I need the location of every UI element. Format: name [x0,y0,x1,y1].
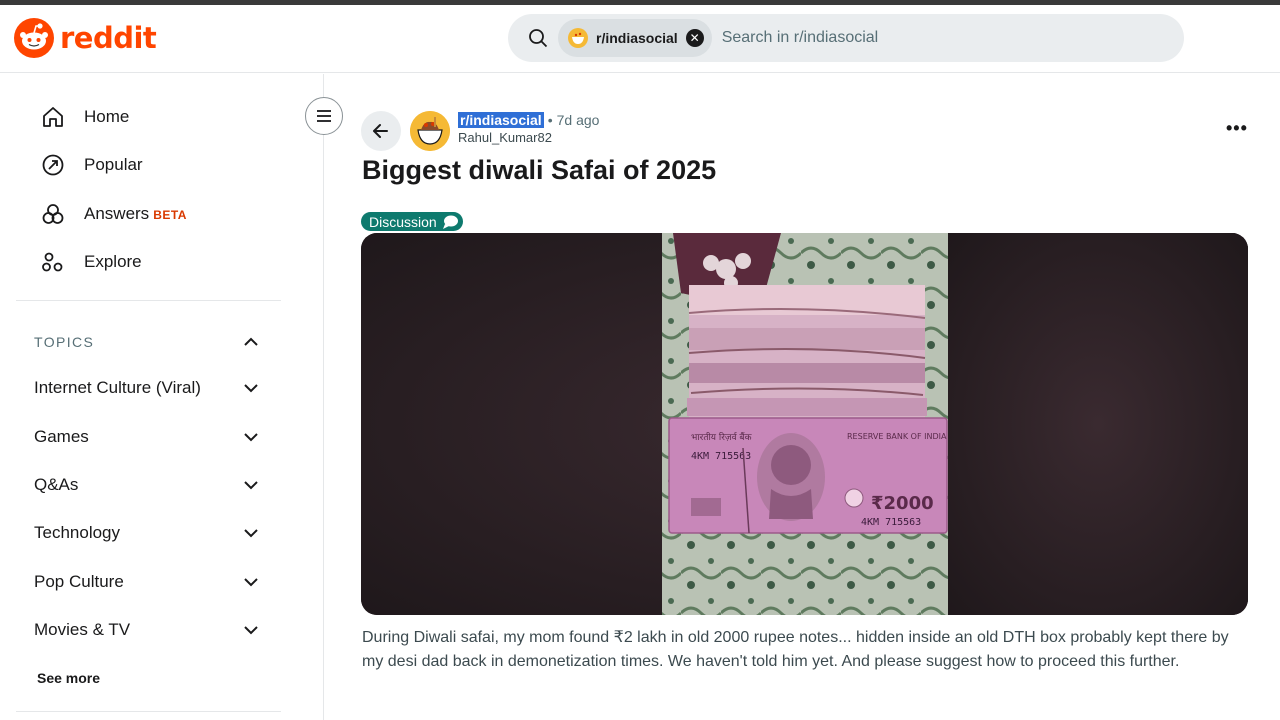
search-icon [529,29,548,48]
reddit-logo[interactable]: reddit [14,18,157,58]
post-image[interactable]: भारतीय रिज़र्व बैंक RESERVE BANK OF INDI… [361,233,1248,615]
note-serial-1: 4KM 715563 [691,451,751,462]
left-sidebar: Home Popular Answers BETA Explore TOPICS … [0,74,324,720]
chevron-down-icon [244,433,258,442]
topic-item[interactable]: Games [34,427,260,447]
topic-item[interactable]: Movies & TV [34,620,260,640]
note-serial-2: 4KM 715563 [861,517,921,528]
logo-wordmark: reddit [60,21,157,55]
subreddit-avatar-icon [410,111,450,151]
note-hindi-text: भारतीय रिज़र्व बैंक [691,431,753,443]
sidebar-item-explore[interactable]: Explore [40,249,142,275]
explore-icon [42,252,63,272]
popular-icon [42,154,64,176]
topic-label: Movies & TV [34,620,131,639]
topics-section-header[interactable]: TOPICS [34,333,260,351]
sidebar-toggle-button[interactable] [305,97,343,135]
sidebar-item-popular[interactable]: Popular [40,152,143,178]
post-title: Biggest diwali Safai of 2025 [362,155,717,185]
topic-item[interactable]: Q&As [34,475,260,495]
sidebar-item-label: Answers [84,204,150,223]
sidebar-item-home[interactable]: Home [40,104,129,130]
post-author[interactable]: Rahul_Kumar82 [458,130,599,145]
flair-label: Discussion [369,213,437,230]
topics-title: TOPICS [34,334,95,350]
beta-badge: BETA [153,208,187,222]
chevron-down-icon [244,384,258,393]
topic-label: Q&As [34,475,79,494]
topic-label: Internet Culture (Viral) [34,378,201,397]
note-denomination: ₹2000 [871,493,934,514]
sidebar-item-label: Home [84,107,130,126]
chevron-down-icon [244,481,258,490]
topic-label: Technology [34,523,121,542]
snoo-logo-icon [14,18,54,58]
answers-icon [42,204,64,224]
menu-icon [317,110,331,122]
chevron-down-icon [244,626,258,635]
search-placeholder[interactable]: Search in r/indiasocial [722,29,879,47]
currency-notes-photo: भारतीय रिज़र्व बैंक RESERVE BANK OF INDI… [361,233,1248,615]
see-more-topics-button[interactable]: See more [37,670,100,686]
chevron-up-icon [244,337,258,346]
post-age: 7d ago [556,112,600,128]
post-body-text: During Diwali safai, my mom found ₹2 lak… [362,629,1229,670]
community-chip-label: r/indiasocial [596,30,678,46]
post-meta: r/indiasocial • 7d ago Rahul_Kumar82 [458,112,599,145]
topic-item[interactable]: Technology [34,523,260,543]
subreddit-avatar-icon [568,28,588,48]
sidebar-item-label: Explore [84,252,142,271]
topic-label: Games [34,427,89,446]
meta-separator: • [547,112,553,128]
arrow-left-icon [373,124,388,138]
chevron-down-icon [244,529,258,538]
speech-bubble-icon [442,215,458,229]
topic-item[interactable]: Pop Culture [34,572,260,592]
note-bank-name: RESERVE BANK OF INDIA [847,432,947,441]
post-flair[interactable]: Discussion [361,212,463,231]
back-button[interactable] [361,111,401,151]
post-overflow-menu-icon[interactable]: ••• [1226,118,1248,139]
top-header: reddit r/indiasocial ✕ Search in r/india… [0,5,1280,73]
topic-item[interactable]: Internet Culture (Viral) [34,378,260,398]
chevron-down-icon [244,578,258,587]
home-icon [43,107,63,127]
clear-community-icon[interactable]: ✕ [685,29,704,47]
sidebar-item-label: Popular [84,155,143,174]
sidebar-item-answers[interactable]: Answers BETA [40,201,187,227]
sidebar-divider [16,300,281,301]
sidebar-divider [16,711,281,712]
subreddit-link[interactable]: r/indiasocial [458,112,544,128]
community-filter-chip[interactable]: r/indiasocial ✕ [558,19,712,57]
topic-label: Pop Culture [34,572,124,591]
subreddit-avatar[interactable] [410,111,450,151]
search-bar[interactable]: r/indiasocial ✕ Search in r/indiasocial [508,14,1184,62]
